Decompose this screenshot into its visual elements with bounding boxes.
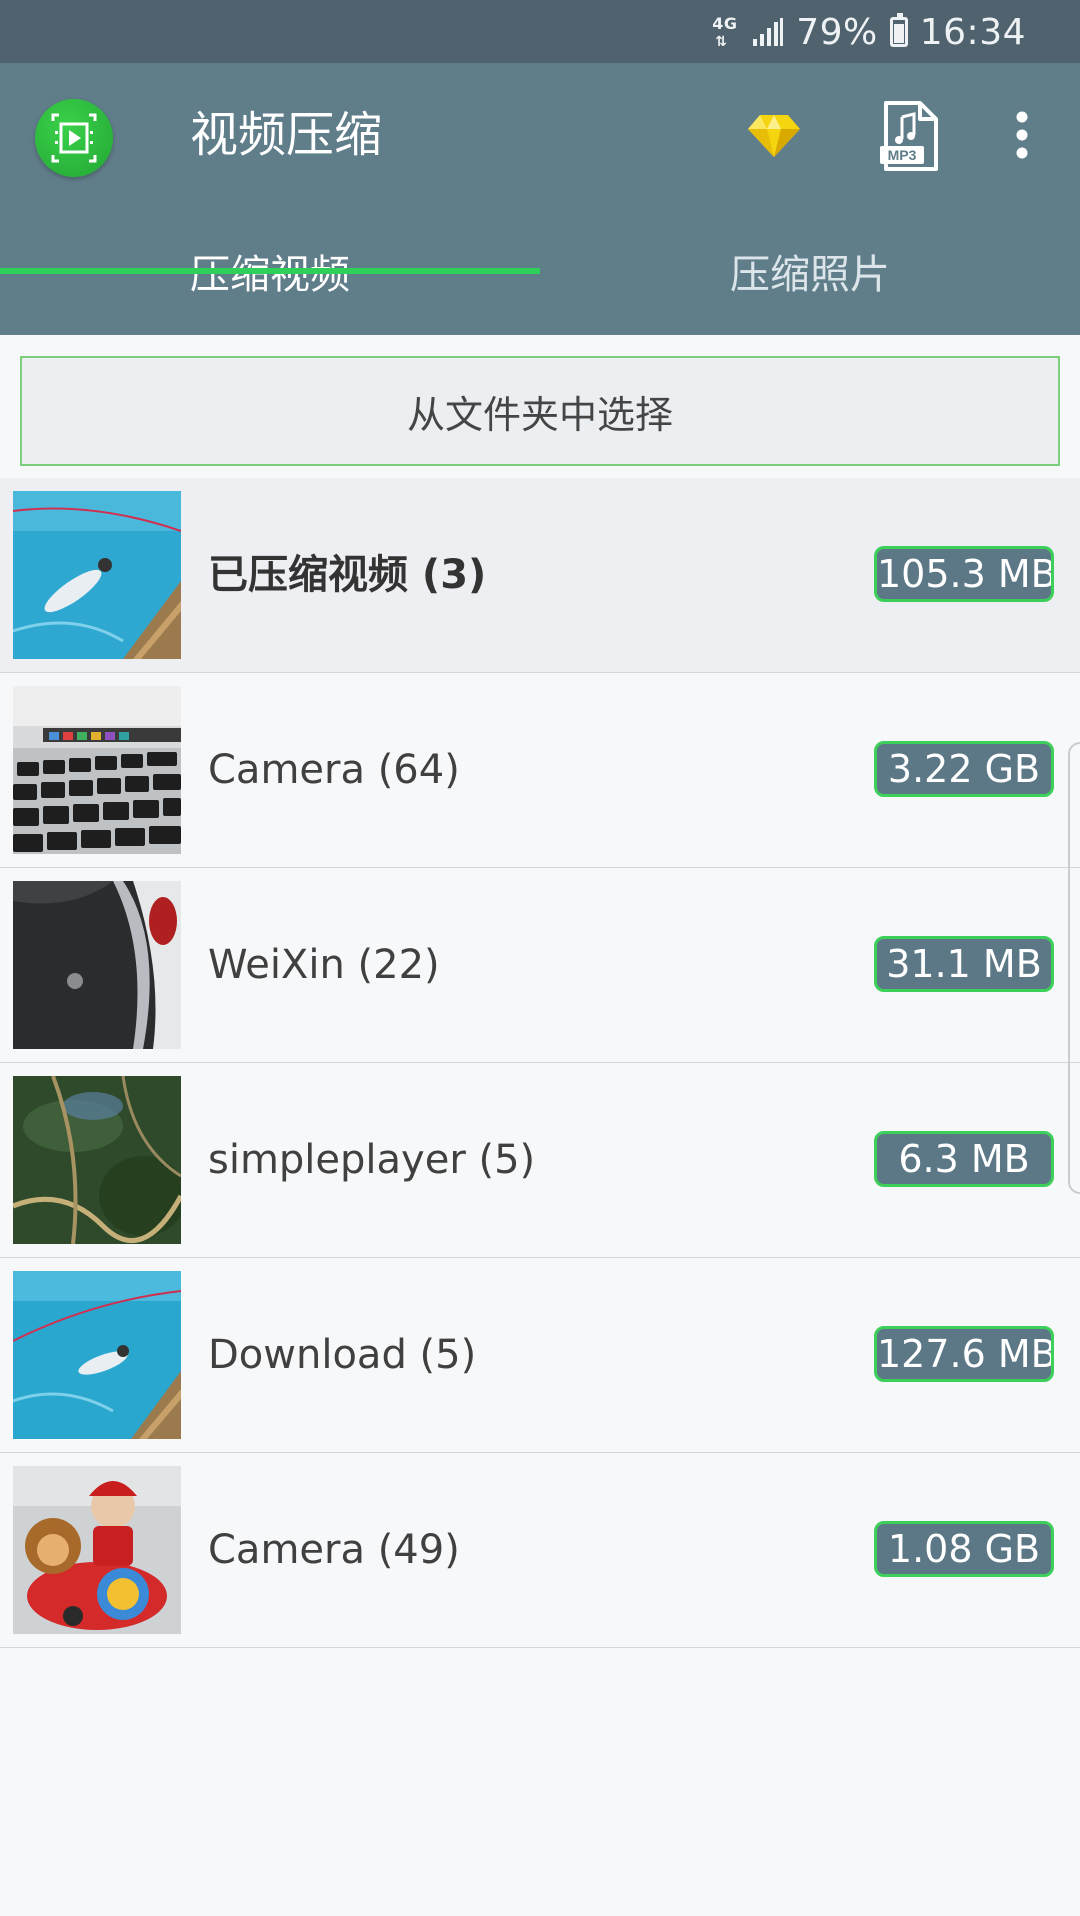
folder-list: 已压缩视频 (3) 105.3 MB Camera (64) 3.22 GB W…: [0, 478, 1080, 1648]
network-icon: 4G ⇅: [712, 14, 740, 51]
battery-icon: [889, 13, 908, 47]
data-arrows-icon: ⇅: [715, 34, 728, 50]
folder-thumbnail: [13, 1466, 181, 1634]
folder-name: Camera (64): [208, 747, 460, 793]
folder-size-badge: 3.22 GB: [874, 741, 1054, 797]
mp3-file-icon: MP3: [880, 101, 938, 171]
folder-size-badge: 31.1 MB: [874, 936, 1054, 992]
tab-bar: 压缩视频 压缩照片: [0, 215, 1080, 335]
folder-thumbnail: [13, 491, 181, 659]
folder-size-badge: 127.6 MB: [874, 1326, 1054, 1382]
folder-size-badge: 1.08 GB: [874, 1521, 1054, 1577]
folder-row-download[interactable]: Download (5) 127.6 MB: [0, 1258, 1080, 1453]
folder-thumbnail: [13, 881, 181, 1049]
network-type: 4G: [712, 14, 738, 33]
folder-thumbnail: [13, 1271, 181, 1439]
status-bar: 4G ⇅ 79% 16:34: [0, 0, 1080, 63]
premium-button[interactable]: [734, 95, 814, 179]
folder-name: Camera (49): [208, 1527, 460, 1573]
battery-percent: 79%: [796, 11, 878, 53]
folder-row-camera-2[interactable]: Camera (49) 1.08 GB: [0, 1453, 1080, 1648]
folder-name: Download (5): [208, 1332, 477, 1378]
folder-row-camera[interactable]: Camera (64) 3.22 GB: [0, 673, 1080, 868]
folder-row-simpleplayer[interactable]: simpleplayer (5) 6.3 MB: [0, 1063, 1080, 1258]
folder-name: 已压缩视频 (3): [208, 552, 487, 598]
tab-compress-video[interactable]: 压缩视频: [0, 215, 540, 335]
folder-thumbnail: [13, 686, 181, 854]
app-logo-icon: [35, 99, 113, 177]
more-options-button[interactable]: [1000, 95, 1044, 179]
mp3-button[interactable]: MP3: [872, 95, 952, 179]
folder-size-badge: 105.3 MB: [874, 546, 1054, 602]
app-title: 视频压缩: [190, 107, 383, 163]
folder-name: simpleplayer (5): [208, 1137, 536, 1183]
select-from-folder-button[interactable]: 从文件夹中选择: [20, 356, 1060, 466]
battery-fill: [893, 24, 904, 43]
diamond-icon: [748, 115, 800, 157]
fast-scroll-handle[interactable]: [1068, 742, 1080, 1194]
folder-thumbnail: [13, 1076, 181, 1244]
select-from-folder-label: 从文件夹中选择: [406, 392, 673, 437]
clock: 16:34: [919, 11, 1026, 53]
mp3-label: MP3: [888, 147, 917, 163]
folder-name: WeiXin (22): [208, 942, 440, 988]
more-vertical-icon: [1016, 111, 1028, 159]
folder-size-badge: 6.3 MB: [874, 1131, 1054, 1187]
tab-compress-photo[interactable]: 压缩照片: [540, 215, 1080, 335]
signal-icon: [753, 18, 784, 46]
folder-row-compressed[interactable]: 已压缩视频 (3) 105.3 MB: [0, 478, 1080, 673]
folder-row-weixin[interactable]: WeiXin (22) 31.1 MB: [0, 868, 1080, 1063]
active-tab-indicator: [0, 268, 540, 274]
app-bar: 视频压缩 MP3 压缩视频 压缩照片: [0, 63, 1080, 335]
status-indicators: 4G ⇅ 79% 16:34: [712, 10, 1026, 54]
